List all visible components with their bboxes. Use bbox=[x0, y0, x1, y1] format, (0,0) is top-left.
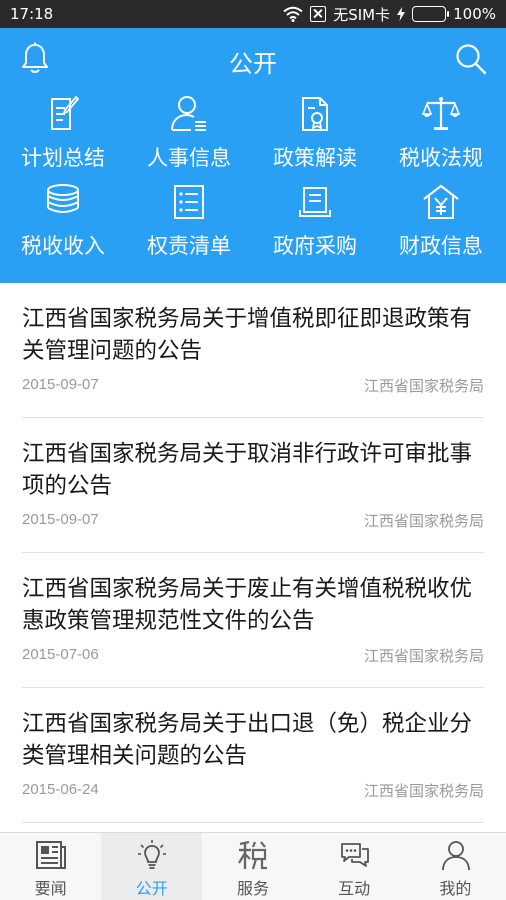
category-label: 人事信息 bbox=[147, 146, 231, 170]
policy-document-icon bbox=[302, 97, 328, 131]
list-item[interactable]: 江西省国家税务局关于增值税即征即退政策有关管理问题的公告 2015-09-07 … bbox=[0, 283, 506, 418]
checklist-icon bbox=[174, 185, 204, 219]
charging-bolt-icon bbox=[397, 7, 406, 21]
no-sim-icon bbox=[310, 6, 327, 22]
tab-label: 服务 bbox=[236, 879, 269, 898]
news-date: 2015-09-07 bbox=[22, 376, 99, 393]
tab-label: 我的 bbox=[439, 879, 472, 898]
category-label: 政策解读 bbox=[273, 146, 357, 170]
category-tax-revenue[interactable]: 税收收入 bbox=[0, 182, 126, 268]
category-label: 税收收入 bbox=[21, 234, 105, 258]
top-bar: 公开 bbox=[0, 28, 506, 92]
category-label: 税收法规 bbox=[399, 146, 483, 170]
battery-percent: 100% bbox=[453, 5, 496, 23]
chat-bubbles-icon bbox=[340, 843, 369, 867]
scales-icon bbox=[421, 97, 461, 130]
page-title: 公开 bbox=[229, 50, 277, 78]
news-title: 江西省国家税务局关于废止有关增值税税收优惠政策管理规范性文件的公告 bbox=[22, 576, 473, 634]
status-bar: 17:18 无SIM卡 100% bbox=[0, 0, 506, 28]
category-label: 财政信息 bbox=[399, 234, 483, 258]
plan-document-icon bbox=[51, 95, 80, 130]
tab-mine[interactable]: 我的 bbox=[405, 833, 506, 900]
tab-label: 要闻 bbox=[34, 879, 67, 898]
finance-house-icon bbox=[423, 184, 459, 219]
coins-icon bbox=[47, 184, 79, 213]
news-date: 2015-06-24 bbox=[22, 781, 99, 798]
newspaper-icon bbox=[36, 841, 66, 869]
procurement-icon bbox=[299, 187, 331, 217]
category-label: 权责清单 bbox=[147, 234, 231, 258]
news-source: 江西省国家税务局 bbox=[363, 647, 484, 665]
search-icon[interactable] bbox=[454, 42, 488, 76]
news-title: 江西省国家税务局关于出口退（免）税企业分类管理相关问题的公告 bbox=[22, 711, 473, 769]
lightbulb-icon bbox=[138, 840, 167, 869]
tab-interaction[interactable]: 互动 bbox=[304, 833, 405, 900]
category-tax-regulations[interactable]: 税收法规 bbox=[378, 94, 504, 180]
user-icon bbox=[441, 841, 470, 871]
tab-label: 公开 bbox=[135, 879, 168, 898]
bottom-tab-bar: 要闻 公开 服务 互动 我的 bbox=[0, 832, 506, 900]
wifi-icon bbox=[283, 6, 303, 22]
category-plan-summary[interactable]: 计划总结 bbox=[0, 94, 126, 180]
tab-service[interactable]: 服务 bbox=[202, 833, 303, 900]
category-responsibility-list[interactable]: 权责清单 bbox=[126, 182, 252, 268]
category-policy-interpretation[interactable]: 政策解读 bbox=[252, 94, 378, 180]
header-panel: 公开 计划总结 人事信息 政策解读 税收法规 税收收入 权责清单 政府采购 财政… bbox=[0, 28, 506, 283]
tax-character-icon bbox=[238, 840, 268, 870]
tab-label: 互动 bbox=[338, 879, 371, 898]
status-time: 17:18 bbox=[10, 5, 54, 23]
news-title: 江西省国家税务局关于取消非行政许可审批事项的公告 bbox=[22, 441, 473, 499]
tab-news[interactable]: 要闻 bbox=[0, 833, 101, 900]
news-date: 2015-09-07 bbox=[22, 511, 99, 528]
list-item[interactable]: 江西省国家税务局关于出口退（免）税企业分类管理相关问题的公告 2015-06-2… bbox=[0, 688, 506, 823]
news-title: 江西省国家税务局关于增值税即征即退政策有关管理问题的公告 bbox=[22, 306, 473, 364]
category-finance-info[interactable]: 财政信息 bbox=[378, 182, 504, 268]
category-label: 计划总结 bbox=[21, 146, 105, 170]
personnel-icon bbox=[171, 96, 206, 131]
divider bbox=[22, 822, 484, 823]
battery-icon bbox=[412, 6, 450, 22]
category-personnel[interactable]: 人事信息 bbox=[126, 94, 252, 180]
list-item[interactable]: 江西省国家税务局关于废止有关增值税税收优惠政策管理规范性文件的公告 2015-0… bbox=[0, 553, 506, 688]
category-label: 政府采购 bbox=[273, 234, 357, 258]
news-date: 2015-07-06 bbox=[22, 646, 99, 663]
category-government-procurement[interactable]: 政府采购 bbox=[252, 182, 378, 268]
sim-status: 无SIM卡 bbox=[333, 5, 391, 24]
tab-open[interactable]: 公开 bbox=[101, 833, 203, 900]
list-item[interactable]: 江西省国家税务局关于取消非行政许可审批事项的公告 2015-09-07 江西省国… bbox=[0, 418, 506, 553]
news-source: 江西省国家税务局 bbox=[363, 377, 484, 395]
news-source: 江西省国家税务局 bbox=[363, 782, 484, 800]
news-source: 江西省国家税务局 bbox=[363, 512, 484, 530]
